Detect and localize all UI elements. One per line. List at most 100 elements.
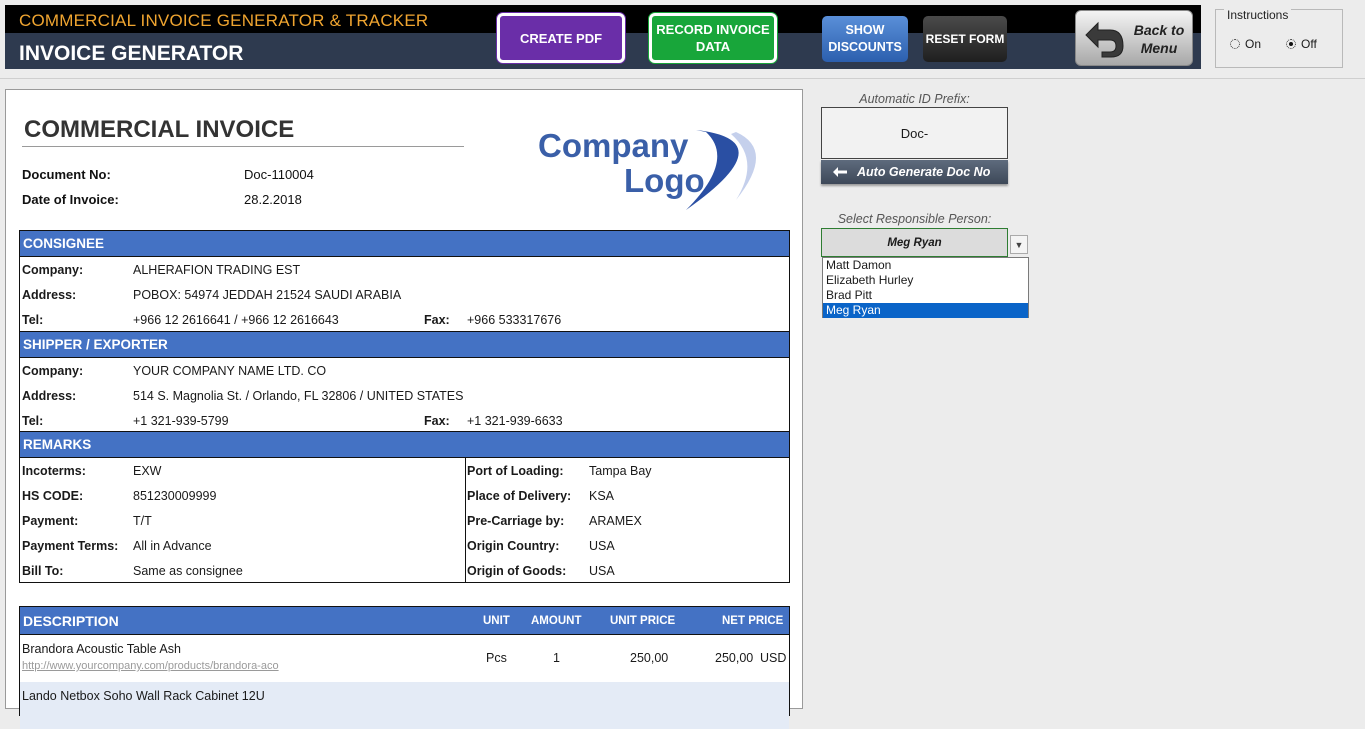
responsible-person-value: Meg Ryan (887, 236, 942, 249)
shipper-tel-row: Tel: +1 321-939-5799 Fax: +1 321-939-663… (20, 408, 789, 433)
remarks-row: Payment Terms: All in Advance Origin Cou… (20, 533, 789, 558)
item-unit[interactable]: Pcs (486, 651, 507, 665)
consignee-company-label: Company: (22, 263, 84, 277)
shipper-section: SHIPPER / EXPORTER Company: YOUR COMPANY… (19, 331, 790, 432)
payment-terms-value[interactable]: All in Advance (133, 539, 212, 553)
arrow-left-icon (833, 167, 847, 177)
divider (0, 78, 1365, 79)
shipper-address-row: Address: 514 S. Magnolia St. / Orlando, … (20, 383, 789, 408)
shipper-fax-label: Fax: (424, 414, 450, 428)
table-row[interactable]: Lando Netbox Soho Wall Rack Cabinet 12U (20, 682, 789, 729)
app-header: COMMERCIAL INVOICE GENERATOR & TRACKER I… (5, 5, 1201, 69)
consignee-company-value[interactable]: ALHERAFION TRADING EST (133, 263, 300, 277)
item-amount[interactable]: 1 (553, 651, 560, 665)
incoterms-label: Incoterms: (22, 464, 86, 478)
pre-carriage-value[interactable]: ARAMEX (589, 514, 642, 528)
payment-terms-label: Payment Terms: (22, 539, 119, 553)
consignee-fax-value[interactable]: +966 533317676 (467, 313, 561, 327)
bill-to-label: Bill To: (22, 564, 64, 578)
port-of-loading-value[interactable]: Tampa Bay (589, 464, 652, 478)
item-currency: USD (760, 651, 787, 665)
shipper-company-label: Company: (22, 364, 84, 378)
radio-selected-icon (1286, 39, 1296, 49)
consignee-heading: CONSIGNEE (20, 231, 789, 257)
remarks-row: Incoterms: EXW Port of Loading: Tampa Ba… (20, 458, 789, 483)
show-discounts-button[interactable]: SHOW DISCOUNTS (822, 16, 908, 62)
back-arrow-icon (1085, 21, 1124, 58)
instructions-on-radio[interactable]: On (1230, 37, 1261, 51)
hs-code-value[interactable]: 851230009999 (133, 489, 216, 503)
shipper-heading: SHIPPER / EXPORTER (20, 332, 789, 358)
instructions-on-label: On (1245, 37, 1262, 51)
shipper-company-value[interactable]: YOUR COMPANY NAME LTD. CO (133, 364, 326, 378)
back-to-menu-button[interactable]: Back to Menu (1075, 10, 1193, 66)
auto-generate-label: Auto Generate Doc No (857, 165, 991, 179)
consignee-tel-row: Tel: +966 12 2616641 / +966 12 2616643 F… (20, 307, 789, 332)
app-title: COMMERCIAL INVOICE GENERATOR & TRACKER (19, 11, 429, 30)
radio-off-state-icon (1230, 39, 1240, 49)
item-net-price: 250,00 (715, 651, 754, 665)
instructions-off-label: Off (1301, 37, 1317, 51)
auto-generate-doc-no-button[interactable]: Auto Generate Doc No (821, 160, 1008, 184)
shipper-fax-value[interactable]: +1 321-939-6633 (467, 414, 563, 428)
amount-header: AMOUNT (531, 615, 582, 627)
instructions-off-radio[interactable]: Off (1286, 37, 1317, 51)
responsible-person-label: Select Responsible Person: (837, 212, 992, 226)
origin-of-goods-value[interactable]: USA (589, 564, 615, 578)
document-no-value[interactable]: Doc-110004 (244, 167, 314, 182)
origin-country-label: Origin Country: (467, 539, 560, 553)
shipper-company-row: Company: YOUR COMPANY NAME LTD. CO (20, 358, 789, 383)
place-of-delivery-value[interactable]: KSA (589, 489, 614, 503)
consignee-tel-value[interactable]: +966 12 2616641 / +966 12 2616643 (133, 313, 339, 327)
prefix-label: Automatic ID Prefix: (859, 92, 970, 106)
incoterms-value[interactable]: EXW (133, 464, 161, 478)
remarks-row: HS CODE: 851230009999 Place of Delivery:… (20, 483, 789, 508)
consignee-tel-label: Tel: (22, 313, 44, 327)
item-description[interactable]: Lando Netbox Soho Wall Rack Cabinet 12U (22, 689, 265, 703)
create-pdf-button[interactable]: CREATE PDF (497, 13, 625, 63)
dropdown-chevron-down-icon[interactable]: ▼ (1010, 235, 1028, 254)
reset-form-button[interactable]: RESET FORM (923, 16, 1007, 62)
origin-country-value[interactable]: USA (589, 539, 615, 553)
item-link[interactable]: http://www.yourcompany.com/products/bran… (22, 660, 279, 672)
pre-carriage-label: Pre-Carriage by: (467, 514, 565, 528)
item-description[interactable]: Brandora Acoustic Table Ash (22, 642, 181, 656)
consignee-address-row: Address: POBOX: 54974 JEDDAH 21524 SAUDI… (20, 282, 789, 307)
date-value[interactable]: 28.2.2018 (244, 192, 302, 207)
remarks-heading: REMARKS (20, 432, 789, 458)
prefix-value: Doc- (900, 125, 929, 141)
invoice-sheet: COMMERCIAL INVOICE Document No: Doc-1100… (5, 89, 803, 729)
document-no-label: Document No: (22, 167, 111, 182)
table-row[interactable]: Brandora Acoustic Table Ash http://www.y… (20, 635, 789, 682)
consignee-address-value[interactable]: POBOX: 54974 JEDDAH 21524 SAUDI ARABIA (133, 288, 401, 302)
bill-to-value[interactable]: Same as consignee (133, 564, 243, 578)
title-underline (22, 146, 464, 147)
record-invoice-data-button[interactable]: RECORD INVOICE DATA (649, 13, 777, 63)
remarks-row: Bill To: Same as consignee Origin of Goo… (20, 558, 789, 583)
payment-value[interactable]: T/T (133, 514, 152, 528)
shipper-tel-value[interactable]: +1 321-939-5799 (133, 414, 229, 428)
consignee-fax-label: Fax: (424, 313, 450, 327)
payment-label: Payment: (22, 514, 79, 528)
hs-code-label: HS CODE: (22, 489, 84, 503)
shipper-address-value[interactable]: 514 S. Magnolia St. / Orlando, FL 32806 … (133, 389, 463, 403)
port-of-loading-label: Port of Loading: (467, 464, 564, 478)
dropdown-option[interactable]: Elizabeth Hurley (823, 273, 1028, 288)
logo-line1: Company (538, 127, 689, 164)
items-table-header: DESCRIPTION UNIT AMOUNT UNIT PRICE NET P… (20, 607, 789, 635)
remarks-row: Payment: T/T Pre-Carriage by: ARAMEX (20, 508, 789, 533)
instructions-label: Instructions (1224, 8, 1292, 22)
unit-header: UNIT (483, 615, 510, 627)
back-to-menu-label: Back to Menu (1133, 22, 1185, 56)
dropdown-option[interactable]: Brad Pitt (823, 288, 1028, 303)
shipper-tel-label: Tel: (22, 414, 44, 428)
dropdown-option[interactable]: Matt Damon (823, 258, 1028, 273)
prefix-input[interactable]: Doc- (821, 107, 1008, 159)
dropdown-option-selected[interactable]: Meg Ryan (823, 303, 1028, 318)
consignee-section: CONSIGNEE Company: ALHERAFION TRADING ES… (19, 230, 790, 332)
invoice-title: COMMERCIAL INVOICE (24, 116, 295, 143)
date-label: Date of Invoice: (22, 192, 119, 207)
remarks-section: REMARKS Incoterms: EXW Port of Loading: … (19, 431, 790, 583)
responsible-person-select[interactable]: Meg Ryan (821, 228, 1008, 257)
company-logo: Company Logo (538, 127, 756, 210)
